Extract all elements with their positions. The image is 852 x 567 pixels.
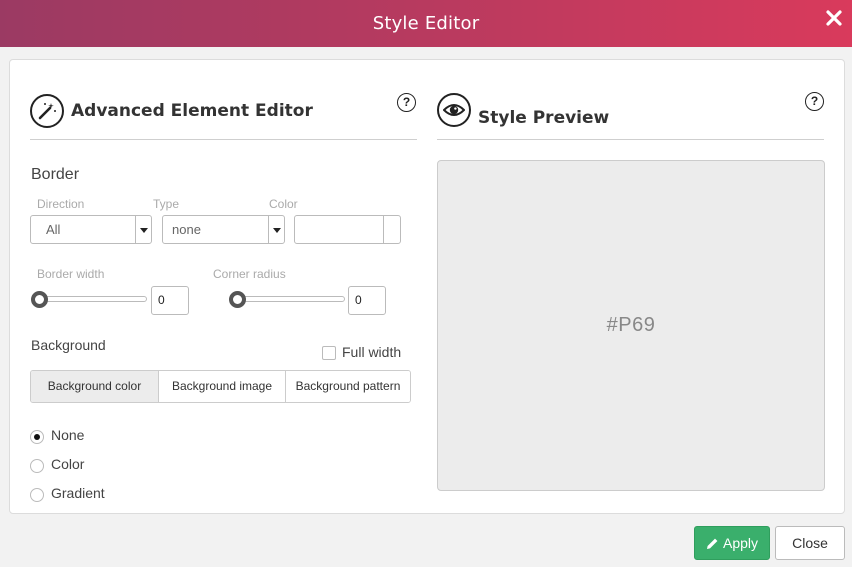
radio-gradient-label: Gradient bbox=[51, 485, 105, 501]
preview-header: Style Preview bbox=[437, 92, 609, 128]
type-select[interactable]: none bbox=[162, 215, 285, 244]
radio-color-label: Color bbox=[51, 456, 85, 472]
editor-help-icon[interactable]: ? bbox=[397, 93, 416, 112]
direction-select[interactable]: All bbox=[30, 215, 152, 244]
chevron-down-icon bbox=[268, 216, 284, 243]
tab-background-image[interactable]: Background image bbox=[158, 371, 285, 402]
border-width-label: Border width bbox=[37, 267, 105, 281]
tab-background-pattern[interactable]: Background pattern bbox=[285, 371, 410, 402]
editor-title: Advanced Element Editor bbox=[71, 101, 313, 121]
radio-gradient[interactable] bbox=[30, 488, 44, 502]
border-heading: Border bbox=[31, 166, 80, 183]
chevron-down-icon bbox=[135, 216, 151, 243]
style-preview-box: #P69 bbox=[437, 160, 825, 491]
background-heading: Background bbox=[31, 337, 106, 353]
close-button-label: Close bbox=[792, 535, 828, 551]
preview-help-icon[interactable]: ? bbox=[805, 92, 824, 111]
close-icon[interactable] bbox=[825, 9, 843, 27]
editor-divider bbox=[30, 139, 417, 140]
magic-wand-icon bbox=[30, 94, 64, 128]
full-width-label: Full width bbox=[342, 344, 402, 360]
direction-value: All bbox=[46, 222, 61, 237]
apply-button-label: Apply bbox=[722, 535, 759, 551]
full-width-checkbox[interactable] bbox=[322, 346, 336, 360]
editor-header: Advanced Element Editor bbox=[30, 94, 313, 128]
apply-button[interactable]: Apply bbox=[694, 526, 770, 560]
window-title: Style Editor bbox=[372, 13, 480, 34]
window-titlebar: Style Editor bbox=[0, 0, 852, 47]
type-value: none bbox=[172, 222, 201, 237]
direction-label: Direction bbox=[37, 197, 85, 211]
radio-none[interactable] bbox=[30, 430, 44, 444]
color-swatch[interactable] bbox=[383, 216, 400, 243]
color-label: Color bbox=[269, 197, 298, 211]
corner-radius-slider-handle[interactable] bbox=[229, 291, 246, 308]
corner-radius-input[interactable]: 0 bbox=[348, 286, 386, 315]
radio-none-label: None bbox=[51, 427, 85, 443]
pencil-icon bbox=[706, 538, 718, 549]
border-width-slider[interactable] bbox=[33, 296, 147, 302]
tab-background-color[interactable]: Background color bbox=[31, 371, 158, 402]
radio-color[interactable] bbox=[30, 459, 44, 473]
background-tabs: Background color Background image Backgr… bbox=[30, 370, 411, 403]
preview-placeholder: #P69 bbox=[606, 314, 656, 336]
eye-icon bbox=[437, 93, 471, 127]
border-width-slider-handle[interactable] bbox=[31, 291, 48, 308]
type-label: Type bbox=[153, 197, 180, 211]
preview-title: Style Preview bbox=[478, 108, 610, 128]
corner-radius-label: Corner radius bbox=[213, 267, 286, 281]
corner-radius-slider[interactable] bbox=[231, 296, 345, 302]
close-button[interactable]: Close bbox=[775, 526, 845, 560]
preview-divider bbox=[437, 139, 824, 140]
border-width-input[interactable]: 0 bbox=[151, 286, 189, 315]
border-color-picker[interactable] bbox=[294, 215, 401, 244]
